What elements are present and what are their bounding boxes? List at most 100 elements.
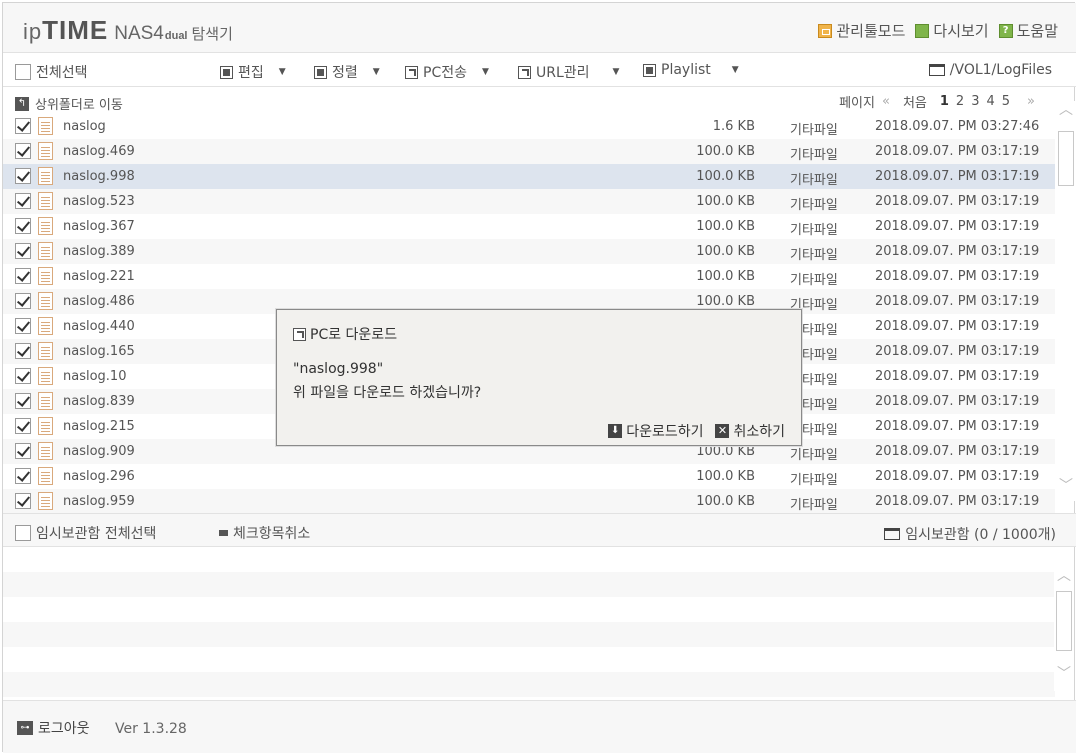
file-row-checkbox[interactable] <box>15 443 31 459</box>
file-icon <box>38 217 53 235</box>
scroll-down-icon[interactable]: ﹀ <box>1059 479 1073 493</box>
help-icon: ? <box>998 23 1013 38</box>
logout-button[interactable]: ⊶ 로그아웃 <box>17 718 90 738</box>
file-row[interactable]: naslog.367 100.0 KB 기타파일 2018.09.07. PM 03:… <box>3 214 1055 239</box>
help-label: 도움말 <box>1016 22 1058 40</box>
file-row-checkbox[interactable] <box>15 318 31 334</box>
file-name[interactable]: naslog.909 <box>63 444 135 459</box>
edit-menu[interactable]: 편집 ▼ <box>220 62 286 82</box>
url-manage-menu[interactable]: URL관리 ▼ <box>518 62 619 82</box>
file-row[interactable]: naslog.469 100.0 KB 기타파일 2018.09.07. PM 03:… <box>3 139 1055 164</box>
dialog-title: PC로 다운로드 <box>293 324 397 344</box>
file-date: 2018.09.07. PM 03:17:19 <box>875 244 1040 259</box>
file-row-checkbox[interactable] <box>15 293 31 309</box>
uncheck-items-button[interactable]: 체크항목취소 <box>219 523 310 543</box>
logo-time: TIME <box>42 15 109 45</box>
file-row[interactable]: naslog 1.6 KB 기타파일 2018.09.07. PM 03:27:46 <box>3 114 1055 139</box>
file-name[interactable]: naslog.10 <box>63 369 126 384</box>
select-all-toggle[interactable]: 전체선택 <box>15 62 88 82</box>
replay-icon <box>915 23 930 38</box>
admin-mode-link[interactable]: 관리툴모드 <box>818 20 905 41</box>
file-date: 2018.09.07. PM 03:17:19 <box>875 469 1040 484</box>
file-name[interactable]: naslog <box>63 119 106 134</box>
first-page-link[interactable]: 처음 <box>903 92 927 111</box>
file-name[interactable]: naslog.296 <box>63 469 135 484</box>
file-name[interactable]: naslog.839 <box>63 394 135 409</box>
file-list-scroll-thumb[interactable] <box>1058 131 1074 186</box>
help-link[interactable]: ? 도움말 <box>998 20 1058 41</box>
file-date: 2018.09.07. PM 03:17:19 <box>875 344 1040 359</box>
next-page-icon[interactable]: » <box>1027 94 1035 109</box>
file-row-checkbox[interactable] <box>15 268 31 284</box>
file-row[interactable]: naslog.389 100.0 KB 기타파일 2018.09.07. PM 03:… <box>3 239 1055 264</box>
page-link-4[interactable]: 4 <box>986 94 994 109</box>
temp-empty-row <box>3 572 1055 597</box>
confirm-download-label: 다운로드하기 <box>626 424 704 440</box>
temp-scroll-down-icon[interactable]: ﹀ <box>1057 667 1071 681</box>
prev-page-icon[interactable]: « <box>882 94 890 109</box>
up-folder-button[interactable]: ↰ 상위폴더로 이동 <box>15 94 123 113</box>
replay-link[interactable]: 다시보기 <box>915 20 989 41</box>
file-name[interactable]: naslog.523 <box>63 194 135 209</box>
file-row-checkbox[interactable] <box>15 143 31 159</box>
pc-send-menu[interactable]: PC전송 ▼ <box>405 62 489 82</box>
temp-list-scroll-thumb[interactable] <box>1056 591 1072 651</box>
file-name[interactable]: naslog.367 <box>63 219 135 234</box>
sort-dropdown-arrow-icon: ▼ <box>372 67 380 77</box>
file-name[interactable]: naslog.215 <box>63 419 135 434</box>
file-row-checkbox[interactable] <box>15 393 31 409</box>
logout-icon: ⊶ <box>17 721 33 735</box>
file-row-checkbox[interactable] <box>15 343 31 359</box>
temp-list-scrollbar[interactable]: ︿ ﹀ <box>1054 563 1074 691</box>
temp-select-all-toggle[interactable]: 임시보관함 전체선택 <box>15 523 156 543</box>
page-link-5[interactable]: 5 <box>1002 94 1010 109</box>
file-row-checkbox[interactable] <box>15 418 31 434</box>
file-name[interactable]: naslog.165 <box>63 344 135 359</box>
file-row[interactable]: naslog.221 100.0 KB 기타파일 2018.09.07. PM 03:… <box>3 264 1055 289</box>
file-date: 2018.09.07. PM 03:17:19 <box>875 194 1040 209</box>
file-type: 기타파일 <box>790 248 838 263</box>
page-link-1[interactable]: 1 <box>940 94 949 109</box>
file-name[interactable]: naslog.998 <box>63 169 135 184</box>
file-name[interactable]: naslog.486 <box>63 294 135 309</box>
file-name[interactable]: naslog.389 <box>63 244 135 259</box>
temp-storage-status[interactable]: 임시보관함 (0 / 1000개) <box>884 524 1056 544</box>
admin-mode-icon <box>818 23 833 38</box>
file-name[interactable]: naslog.959 <box>63 494 135 509</box>
file-date: 2018.09.07. PM 03:17:19 <box>875 319 1040 334</box>
url-manage-icon <box>518 65 531 79</box>
file-row-checkbox[interactable] <box>15 193 31 209</box>
playlist-menu[interactable]: Playlist ▼ <box>643 62 739 78</box>
scroll-up-icon[interactable]: ︿ <box>1059 103 1073 117</box>
file-icon <box>38 417 53 435</box>
file-name[interactable]: naslog.221 <box>63 269 135 284</box>
file-list-scrollbar[interactable]: ︿ ﹀ <box>1056 101 1076 501</box>
temp-scroll-up-icon[interactable]: ︿ <box>1057 569 1071 583</box>
file-row[interactable]: naslog.296 100.0 KB 기타파일 2018.09.07. PM 03:… <box>3 464 1055 489</box>
file-row-checkbox[interactable] <box>15 468 31 484</box>
file-row-checkbox[interactable] <box>15 243 31 259</box>
file-name[interactable]: naslog.440 <box>63 319 135 334</box>
file-row-checkbox[interactable] <box>15 168 31 184</box>
file-icon <box>38 342 53 360</box>
file-date: 2018.09.07. PM 03:17:19 <box>875 169 1040 184</box>
file-icon <box>38 492 53 510</box>
sort-menu[interactable]: 정렬 ▼ <box>314 62 380 82</box>
select-all-checkbox[interactable] <box>15 64 31 80</box>
file-row[interactable]: naslog.523 100.0 KB 기타파일 2018.09.07. PM 03:… <box>3 189 1055 214</box>
file-row-checkbox[interactable] <box>15 368 31 384</box>
temp-select-all-checkbox[interactable] <box>15 525 31 541</box>
file-name[interactable]: naslog.469 <box>63 144 135 159</box>
file-type: 기타파일 <box>790 223 838 238</box>
file-row[interactable]: naslog.998 100.0 KB 기타파일 2018.09.07. PM 03:… <box>3 164 1055 189</box>
file-row[interactable]: naslog.959 100.0 KB 기타파일 2018.09.07. PM 03:… <box>3 489 1055 514</box>
file-row-checkbox[interactable] <box>15 118 31 134</box>
file-row-checkbox[interactable] <box>15 218 31 234</box>
file-icon <box>38 292 53 310</box>
confirm-download-button[interactable]: ⬇ 다운로드하기 <box>608 421 703 441</box>
page-link-2[interactable]: 2 <box>956 94 964 109</box>
page-link-3[interactable]: 3 <box>971 94 979 109</box>
cancel-button[interactable]: ✕ 취소하기 <box>715 421 785 441</box>
temp-empty-row <box>3 672 1055 697</box>
file-row-checkbox[interactable] <box>15 493 31 509</box>
